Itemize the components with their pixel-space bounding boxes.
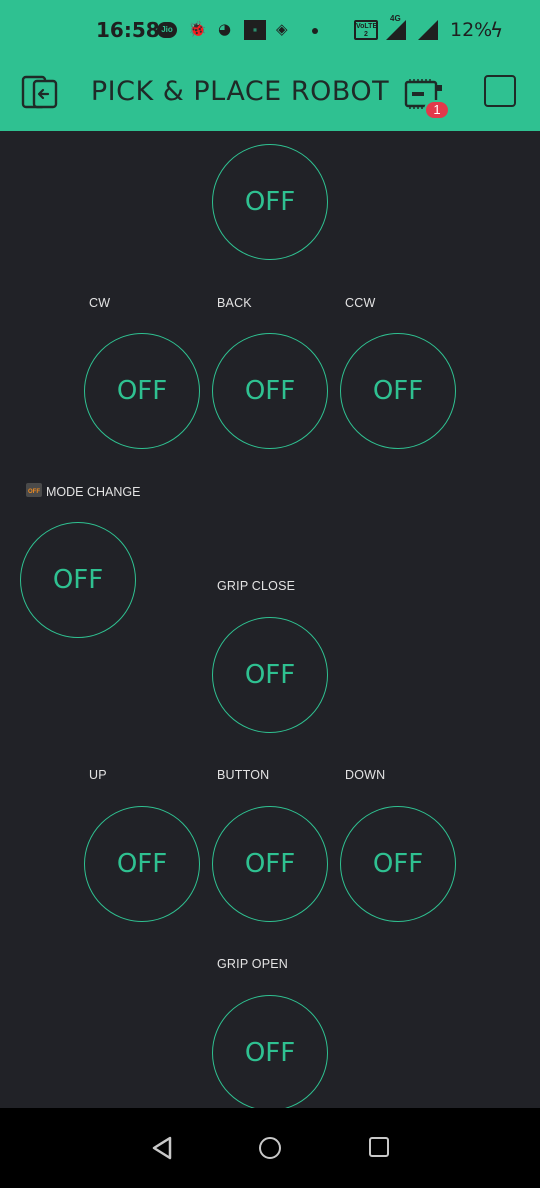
status-bar: 16:58 Jio 🐞 ◕ ▦ ◈ VoLTE 2 4G 12% ϟ: [0, 0, 540, 54]
nav-back-icon[interactable]: [150, 1128, 174, 1168]
exit-button[interactable]: [20, 74, 60, 112]
top-button[interactable]: OFF: [212, 144, 328, 260]
nav-home-icon[interactable]: [259, 1137, 281, 1159]
toggle-icon: OFF: [26, 483, 42, 497]
app-root: 16:58 Jio 🐞 ◕ ▦ ◈ VoLTE 2 4G 12% ϟ PICK …: [0, 0, 540, 1188]
bug-icon: 🐞: [188, 20, 207, 38]
charging-icon: ϟ: [490, 18, 504, 42]
nav-recents-icon[interactable]: [369, 1137, 389, 1157]
notification-badge: 1: [424, 100, 450, 120]
jio-icon: Jio: [157, 22, 177, 38]
mode-change-button[interactable]: OFF: [20, 522, 136, 638]
grip-open-label: GRIP OPEN: [217, 957, 289, 971]
app-header: PICK & PLACE ROBOT: [0, 54, 540, 131]
status-time: 16:58: [96, 18, 160, 42]
dot-icon: [312, 28, 318, 34]
project-title: PICK & PLACE ROBOT: [90, 76, 390, 107]
button-label: BUTTON: [217, 768, 270, 782]
up-label: UP: [89, 768, 107, 782]
grip-close-button[interactable]: OFF: [212, 617, 328, 733]
signal-icon: [386, 20, 406, 40]
grip-open-button[interactable]: OFF: [212, 995, 328, 1111]
gamepad-icon: ◈: [276, 20, 288, 38]
signal-icon-2: [418, 20, 438, 40]
battery-percent: 12%: [450, 19, 493, 41]
volte-icon: VoLTE 2: [354, 20, 378, 40]
cw-button[interactable]: OFF: [84, 333, 200, 449]
exit-icon: [21, 75, 58, 109]
grip-close-label: GRIP CLOSE: [217, 579, 296, 593]
up-button[interactable]: OFF: [84, 806, 200, 922]
pacman-icon: ◕: [218, 20, 232, 38]
ccw-label: CCW: [345, 296, 376, 310]
box-icon: ▦: [244, 20, 266, 40]
down-button[interactable]: OFF: [340, 806, 456, 922]
cw-label: CW: [89, 296, 111, 310]
back-label: BACK: [217, 296, 252, 310]
back-button[interactable]: OFF: [212, 333, 328, 449]
ccw-button[interactable]: OFF: [340, 333, 456, 449]
down-label: DOWN: [345, 768, 386, 782]
middle-button[interactable]: OFF: [212, 806, 328, 922]
mode-change-label: MODE CHANGE: [46, 485, 141, 499]
stop-button[interactable]: [484, 75, 516, 107]
